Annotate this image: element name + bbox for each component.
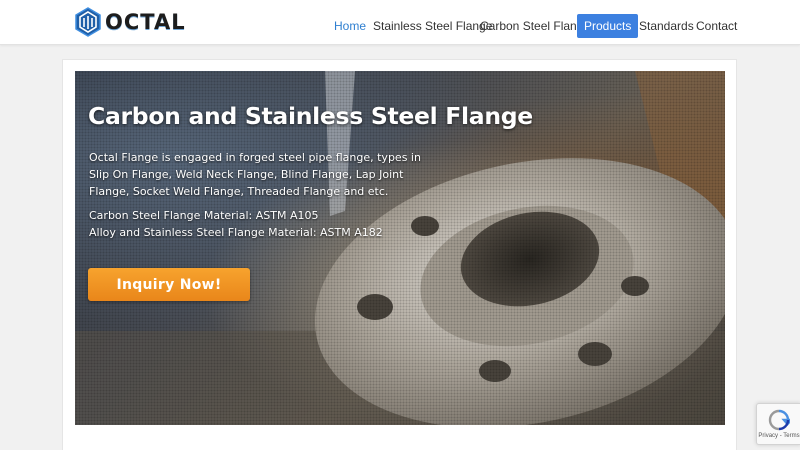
octal-logo[interactable]: OCTAL <box>75 7 187 37</box>
nav-home[interactable]: Home <box>334 14 366 38</box>
nav-contact[interactable]: Contact <box>696 14 737 38</box>
nav-stainless-steel-flange[interactable]: Stainless Steel Flange <box>373 14 492 38</box>
alloy-material-text: Alloy and Stainless Steel Flange Materia… <box>89 226 383 239</box>
top-navbar: OCTAL Home Stainless Steel Flange Carbon… <box>0 0 800 45</box>
nav-products[interactable]: Products <box>577 14 639 38</box>
octal-logo-icon <box>75 7 101 37</box>
hero-description: Octal Flange is engaged in forged steel … <box>89 151 421 198</box>
nav-standards[interactable]: Standards <box>639 14 694 38</box>
recaptcha-links[interactable]: Privacy - Terms <box>758 433 799 439</box>
nav-carbon-steel-flange[interactable]: Carbon Steel Flange <box>480 14 590 38</box>
hero-banner: Carbon and Stainless Steel Flange Octal … <box>75 71 725 425</box>
recaptcha-icon <box>768 409 790 431</box>
brand-name: OCTAL <box>105 10 186 34</box>
inquiry-now-button[interactable]: Inquiry Now! <box>88 268 250 301</box>
hero-title: Carbon and Stainless Steel Flange <box>88 102 533 130</box>
recaptcha-badge[interactable]: Privacy - Terms <box>756 403 800 445</box>
carbon-material-text: Carbon Steel Flange Material: ASTM A105 <box>89 209 319 222</box>
